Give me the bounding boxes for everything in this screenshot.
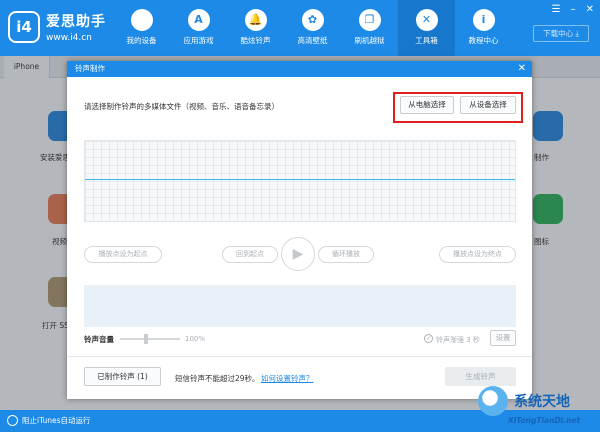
fade-settings-button[interactable]: 设置 xyxy=(490,330,516,346)
generate-ringtone-button[interactable]: 生成铃声 xyxy=(445,367,516,386)
nav-my-device[interactable]: 我的设备 xyxy=(113,0,170,56)
volume-label: 铃声音量 xyxy=(84,335,114,344)
nav-wallpapers[interactable]: ✿ 高清壁纸 xyxy=(284,0,341,56)
volume-slider-handle[interactable] xyxy=(144,334,148,344)
ringtone-maker-dialog: 铃声制作 ✕ 请选择制作铃声的多媒体文件（视频、音乐、语音备忘录） 从电脑选择 … xyxy=(67,61,532,399)
nav-label: 应用游戏 xyxy=(183,36,214,45)
block-itunes-label[interactable]: 阻止iTunes自动运行 xyxy=(22,415,91,426)
selection-strip xyxy=(84,285,516,327)
minimize-icon[interactable]: – xyxy=(571,4,576,15)
app-url: www.i4.cn xyxy=(46,33,92,43)
made-ringtones-button[interactable]: 已制作铃声 (1) xyxy=(84,367,161,386)
fade-in-label: 铃声渐强 3 秒 xyxy=(436,336,480,344)
fade-in-checkbox[interactable]: ✓ xyxy=(424,334,433,343)
nav-flash-jailbreak[interactable]: ❒ 刷机越狱 xyxy=(341,0,398,56)
nav-label: 高清壁纸 xyxy=(297,36,328,45)
window-controls: ☰ – ✕ xyxy=(552,4,594,15)
footer-divider xyxy=(67,356,532,357)
file-prompt: 请选择制作铃声的多媒体文件（视频、音乐、语音备忘录） xyxy=(84,102,279,111)
volume-slider[interactable] xyxy=(120,338,180,340)
app-name: 爱思助手 xyxy=(46,14,106,30)
nav-apps-games[interactable]: A 应用游戏 xyxy=(170,0,227,56)
brand: 爱思助手 www.i4.cn xyxy=(46,11,106,43)
box-icon: ❒ xyxy=(358,9,381,31)
play-icon[interactable]: ▶ xyxy=(281,237,315,271)
dialog-titlebar: 铃声制作 ✕ xyxy=(67,61,532,77)
sms-length-note: 短信铃声不能超过29秒。 xyxy=(175,374,260,383)
top-header: i4 爱思助手 www.i4.cn 我的设备 A 应用游戏 🔔 酷炫铃声 ✿ 高… xyxy=(0,0,600,56)
nav-label: 工具箱 xyxy=(415,36,438,45)
select-from-device-button[interactable]: 从设备选择 xyxy=(460,96,516,114)
app-logo: i4 xyxy=(8,11,40,43)
nav-tutorials[interactable]: i 教程中心 xyxy=(455,0,512,56)
how-to-set-ringtone-link[interactable]: 如何设置铃声？ xyxy=(261,373,314,384)
bell-icon: 🔔 xyxy=(244,9,267,31)
set-start-button[interactable]: 播放点设为起点 xyxy=(84,246,162,263)
download-center-label: 下载中心 xyxy=(543,29,574,38)
watermark-logo-icon xyxy=(478,386,508,416)
select-from-pc-button[interactable]: 从电脑选择 xyxy=(400,96,454,114)
menu-icon[interactable]: ☰ xyxy=(552,4,561,15)
nav-label: 我的设备 xyxy=(126,36,157,45)
nav-label: 刷机越狱 xyxy=(354,36,385,45)
close-window-icon[interactable]: ✕ xyxy=(586,4,594,15)
app-store-icon: A xyxy=(187,9,210,31)
dialog-title: 铃声制作 xyxy=(75,64,105,73)
flower-icon: ✿ xyxy=(301,9,324,31)
waveform-area[interactable] xyxy=(84,140,516,222)
nav-ringtones[interactable]: 🔔 酷炫铃声 xyxy=(227,0,284,56)
nav-label: 酷炫铃声 xyxy=(240,36,271,45)
block-itunes-toggle-icon[interactable] xyxy=(7,415,18,426)
download-icon: ⤓ xyxy=(575,29,579,38)
loop-play-button[interactable]: 循环播放 xyxy=(318,246,374,263)
tools-icon: ✕ xyxy=(415,9,438,31)
waveform-line xyxy=(85,179,515,180)
set-end-button[interactable]: 播放点设为终点 xyxy=(439,246,516,263)
main-nav: 我的设备 A 应用游戏 🔔 酷炫铃声 ✿ 高清壁纸 ❒ 刷机越狱 ✕ 工具箱 i… xyxy=(113,0,512,56)
volume-value: 100% xyxy=(185,335,206,343)
back-to-start-button[interactable]: 回到起点 xyxy=(222,246,278,263)
apple-icon xyxy=(130,9,153,31)
watermark-url: XiTongTianDi.net xyxy=(508,416,581,425)
nav-toolbox[interactable]: ✕ 工具箱 xyxy=(398,0,455,56)
watermark-title: 系统天地 xyxy=(514,394,570,410)
info-icon: i xyxy=(472,9,495,31)
nav-label: 教程中心 xyxy=(468,36,499,45)
download-center-button[interactable]: 下载中心 ⤓ xyxy=(533,25,589,42)
close-icon[interactable]: ✕ xyxy=(518,61,526,77)
